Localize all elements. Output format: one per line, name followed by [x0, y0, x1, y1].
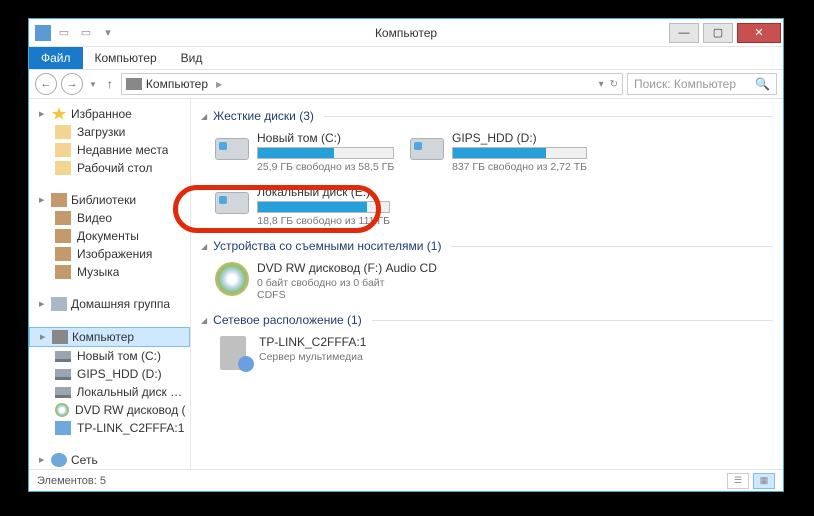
address-dropdown-icon[interactable]: ▾	[599, 79, 604, 90]
content-pane[interactable]: ◢ Жесткие диски (3) Новый том (C:) 25,9 …	[191, 99, 783, 469]
system-icon[interactable]	[35, 25, 51, 41]
drive-icon	[55, 351, 71, 362]
collapse-icon[interactable]: ◢	[201, 242, 207, 251]
hdd-icon	[215, 192, 249, 214]
view-details-button[interactable]: ☰	[727, 473, 749, 489]
expand-icon[interactable]: ▶	[39, 456, 47, 464]
folder-icon	[55, 143, 71, 157]
close-button[interactable]: ✕	[737, 23, 781, 43]
computer-icon	[52, 330, 68, 344]
drive-icon	[55, 369, 71, 380]
qat-dropdown-icon[interactable]: ▾	[99, 24, 117, 42]
tab-computer[interactable]: Компьютер	[83, 47, 169, 69]
item-count: Элементов: 5	[37, 475, 106, 487]
nav-favorites-header[interactable]: ▶ Избранное	[29, 105, 190, 123]
nav-item-music[interactable]: Музыка	[29, 263, 190, 281]
expand-icon[interactable]: ▶	[39, 196, 47, 204]
window-title: Компьютер	[375, 26, 437, 40]
homegroup-icon	[51, 297, 67, 311]
media-server-icon	[220, 336, 246, 370]
statusbar: Элементов: 5 ☰ ▦	[29, 469, 783, 491]
group-removable-header[interactable]: ◢ Устройства со съемными носителями (1)	[201, 235, 773, 257]
capacity-bar	[257, 147, 394, 159]
folder-icon	[55, 161, 71, 175]
qat-properties-icon[interactable]: ▭	[55, 24, 73, 42]
capacity-bar	[257, 201, 390, 213]
nav-libraries-header[interactable]: ▶ Библиотеки	[29, 191, 190, 209]
collapse-icon[interactable]: ◢	[201, 316, 207, 325]
search-icon: 🔍	[755, 77, 770, 91]
picture-icon	[55, 247, 71, 261]
search-input[interactable]: Поиск: Компьютер 🔍	[627, 73, 777, 95]
nav-forward-button[interactable]: →	[61, 73, 83, 95]
computer-icon	[126, 78, 142, 90]
nav-item-videos[interactable]: Видео	[29, 209, 190, 227]
explorer-window: ▭ ▭ ▾ Компьютер — ▢ ✕ Файл Компьютер Вид…	[28, 18, 784, 492]
minimize-button[interactable]: —	[669, 23, 699, 43]
network-icon	[51, 453, 67, 467]
group-hdd-header[interactable]: ◢ Жесткие диски (3)	[201, 105, 773, 127]
maximize-button[interactable]: ▢	[703, 23, 733, 43]
nav-item-drive-e[interactable]: Локальный диск (E:)	[29, 383, 190, 401]
tab-view[interactable]: Вид	[169, 47, 215, 69]
ribbon-tabs: Файл Компьютер Вид	[29, 47, 783, 69]
drive-d[interactable]: GIPS_HDD (D:) 837 ГБ свободно из 2,72 ТБ	[410, 131, 585, 173]
qat-newfolder-icon[interactable]: ▭	[77, 24, 95, 42]
hdd-icon	[215, 138, 249, 160]
refresh-icon[interactable]: ↻	[610, 79, 618, 90]
view-tiles-button[interactable]: ▦	[753, 473, 775, 489]
drive-e[interactable]: Локальный диск (E:) 18,8 ГБ свободно из …	[215, 185, 390, 227]
chevron-right-icon[interactable]: ▶	[212, 80, 226, 89]
group-label: Жесткие диски (3)	[213, 109, 314, 123]
group-label: Сетевое расположение (1)	[213, 313, 362, 327]
nav-item-desktop[interactable]: Рабочий стол	[29, 159, 190, 177]
address-bar-row: ← → ▼ ↑ Компьютер ▶ ▾ ↻ Поиск: Компьютер…	[29, 69, 783, 99]
nav-item-drive-c[interactable]: Новый том (C:)	[29, 347, 190, 365]
optical-disc-icon	[215, 262, 249, 296]
folder-icon	[55, 125, 71, 139]
search-placeholder: Поиск: Компьютер	[634, 77, 736, 91]
nav-item-drive-d[interactable]: GIPS_HDD (D:)	[29, 365, 190, 383]
nav-item-documents[interactable]: Документы	[29, 227, 190, 245]
drive-icon	[55, 387, 71, 398]
document-icon	[55, 229, 71, 243]
address-bar[interactable]: Компьютер ▶ ▾ ↻	[121, 73, 623, 95]
group-network-header[interactable]: ◢ Сетевое расположение (1)	[201, 309, 773, 331]
nav-item-downloads[interactable]: Загрузки	[29, 123, 190, 141]
nav-item-dvd[interactable]: DVD RW дисковод (	[29, 401, 190, 419]
navigation-pane[interactable]: ▶ Избранное Загрузки Недавние места Рабо…	[29, 99, 191, 469]
titlebar[interactable]: ▭ ▭ ▾ Компьютер — ▢ ✕	[29, 19, 783, 47]
nav-computer-header[interactable]: ▶ Компьютер	[29, 327, 190, 347]
expand-icon[interactable]: ▶	[39, 110, 47, 118]
nav-network-header[interactable]: ▶ Сеть	[29, 451, 190, 469]
nav-history-dropdown[interactable]: ▼	[87, 80, 99, 89]
drive-c[interactable]: Новый том (C:) 25,9 ГБ свободно из 58,5 …	[215, 131, 390, 173]
disc-icon	[55, 403, 69, 417]
group-label: Устройства со съемными носителями (1)	[213, 239, 441, 253]
capacity-bar	[452, 147, 587, 159]
nav-back-button[interactable]: ←	[35, 73, 57, 95]
expand-icon[interactable]: ▶	[39, 300, 47, 308]
hdd-icon	[410, 138, 444, 160]
star-icon	[51, 107, 67, 121]
nav-item-tplink[interactable]: TP-LINK_C2FFFA:1	[29, 419, 190, 437]
video-icon	[55, 211, 71, 225]
libraries-icon	[51, 193, 67, 207]
nav-item-pictures[interactable]: Изображения	[29, 245, 190, 263]
music-icon	[55, 265, 71, 279]
network-item-tplink[interactable]: TP-LINK_C2FFFA:1 Сервер мультимедиа	[215, 335, 390, 371]
media-server-icon	[55, 421, 71, 435]
tab-file[interactable]: Файл	[29, 47, 83, 69]
collapse-icon[interactable]: ◢	[201, 112, 207, 121]
nav-item-recent[interactable]: Недавние места	[29, 141, 190, 159]
drive-dvd[interactable]: DVD RW дисковод (F:) Audio CD 0 байт сво…	[215, 261, 415, 301]
nav-up-button[interactable]: ↑	[103, 77, 117, 91]
breadcrumb[interactable]: Компьютер	[146, 77, 208, 91]
nav-homegroup-header[interactable]: ▶ Домашняя группа	[29, 295, 190, 313]
expand-icon[interactable]: ▶	[40, 333, 48, 341]
